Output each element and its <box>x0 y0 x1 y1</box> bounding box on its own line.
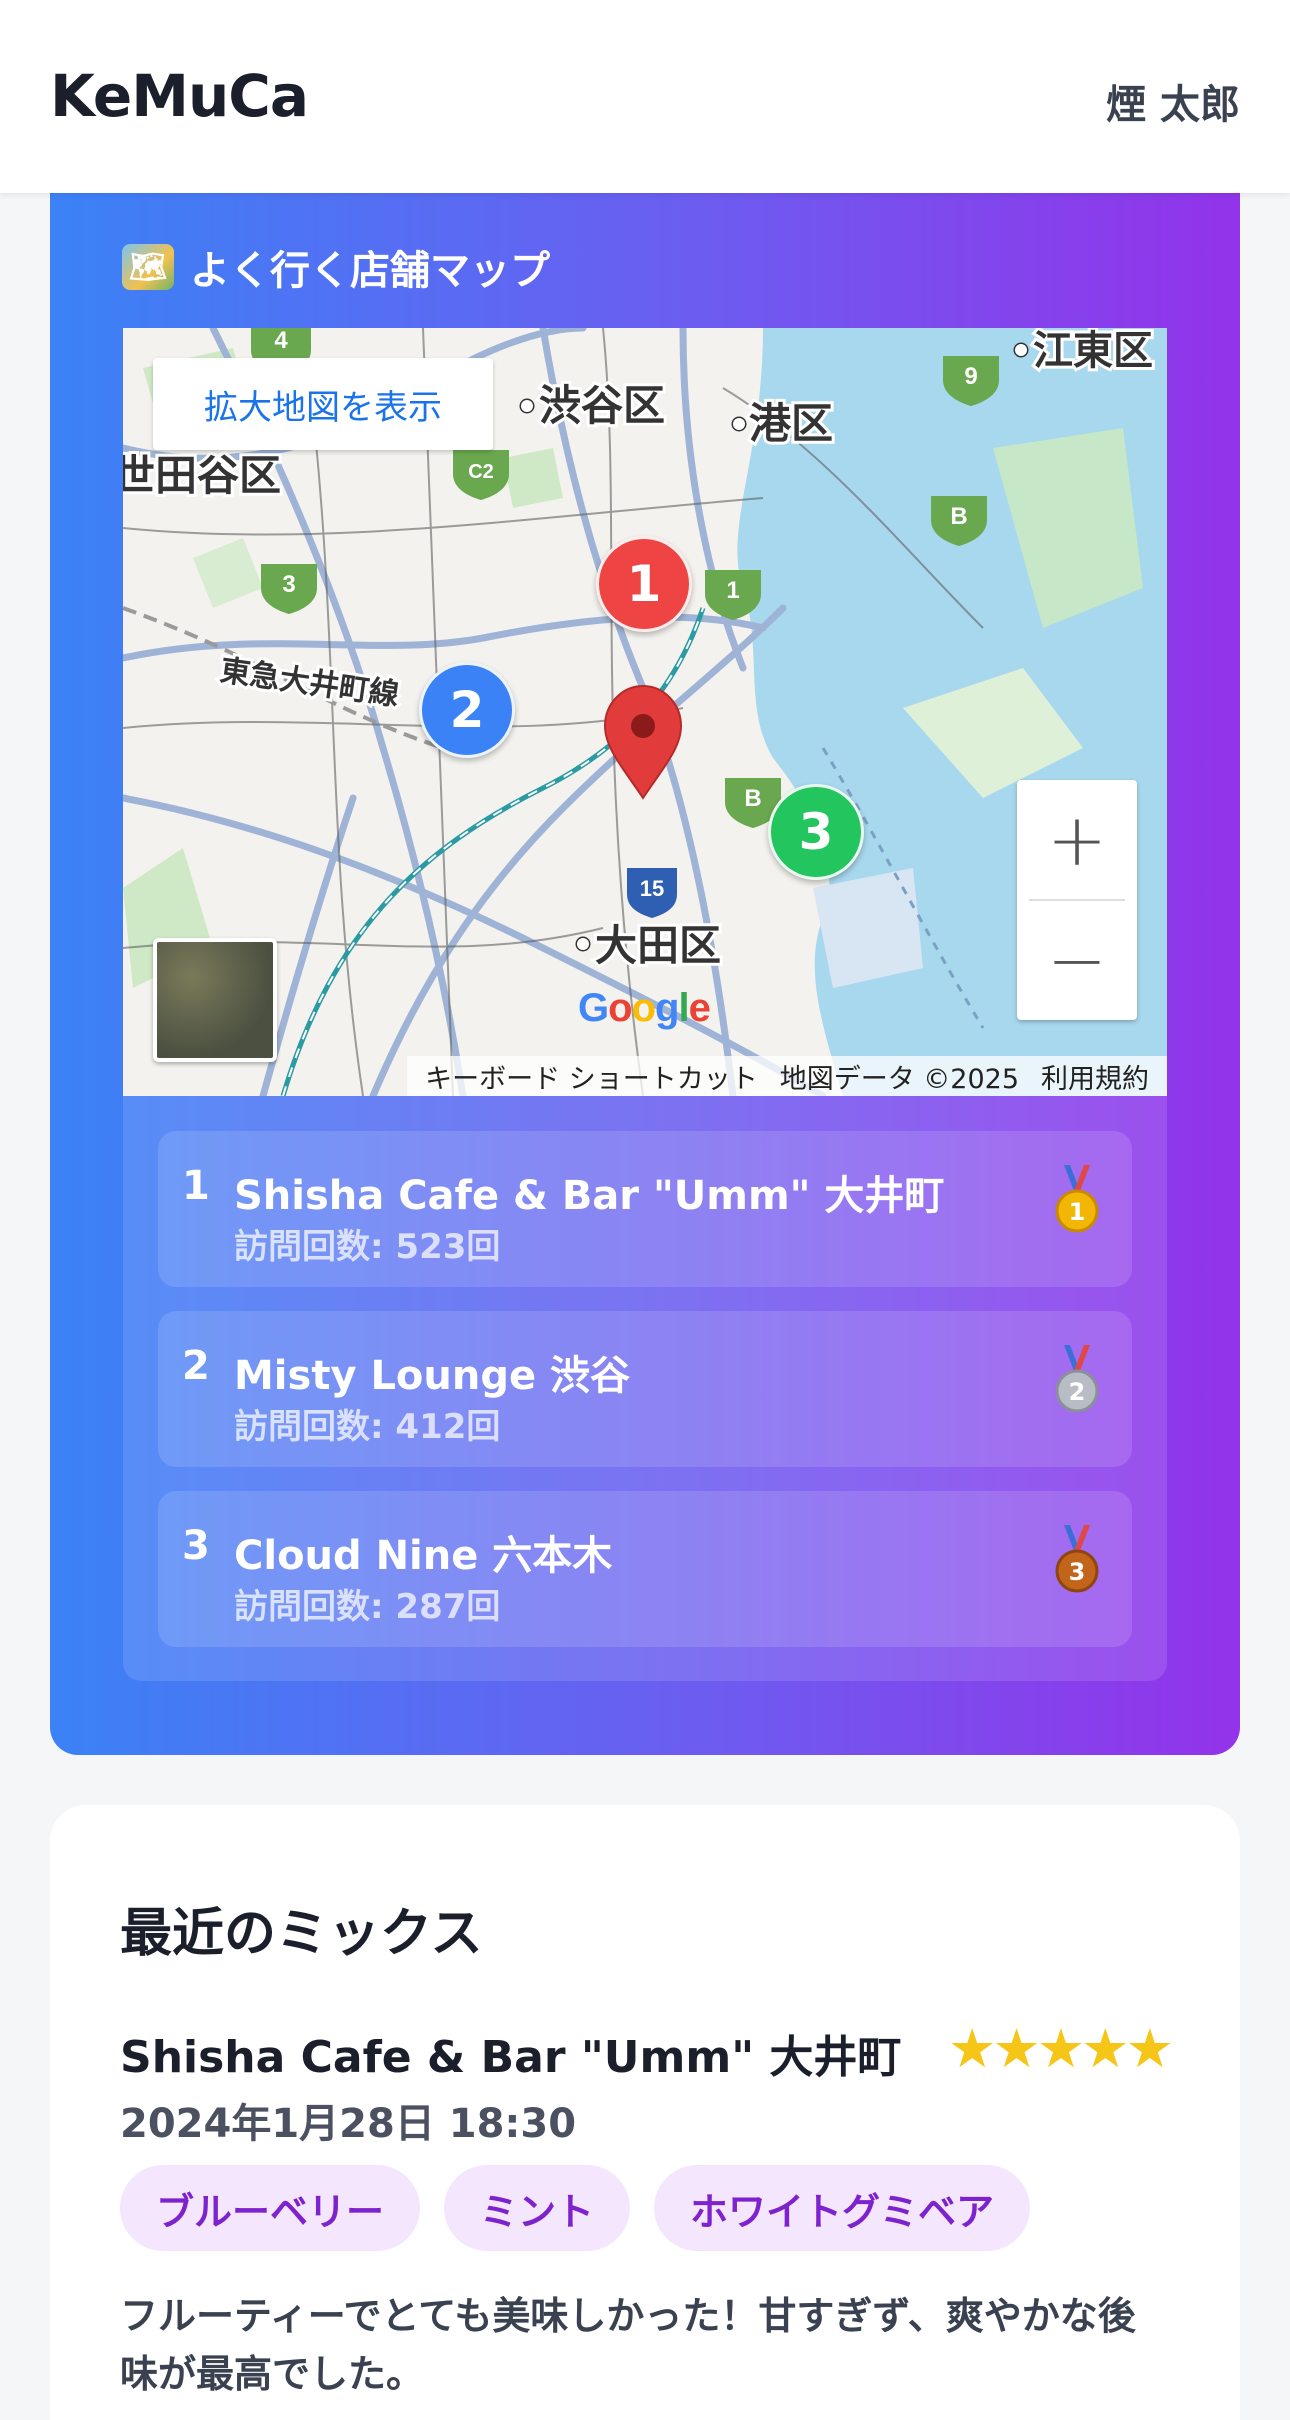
flavor-tag[interactable]: ブルーベリー <box>120 2165 421 2251</box>
shop-name: Misty Lounge 渋谷 <box>234 1353 631 1399</box>
route-9-label: 9 <box>964 363 977 390</box>
silver-medal-icon: 2 <box>1055 1345 1099 1413</box>
expand-map-button[interactable]: 拡大地図を表示 <box>153 358 493 450</box>
shop-name: Shisha Cafe & Bar "Umm" 大井町 <box>234 1173 945 1219</box>
map-data-credit: 地図データ ©2025 <box>779 1063 1019 1095</box>
svg-text:1: 1 <box>1069 1198 1086 1226</box>
rank-number: 1 <box>182 1163 210 1209</box>
route-3-label: 3 <box>282 571 295 598</box>
visit-count: 訪問回数: 412回 <box>234 1407 501 1447</box>
label-minato: 港区 <box>749 399 833 448</box>
map-pin-2[interactable]: 2 <box>419 662 515 758</box>
route-15-label: 15 <box>640 876 664 901</box>
map-view[interactable]: 4 9 C2 B 3 1 B 15 渋谷区 港区 世田谷区 江東区 大田区 東急… <box>123 328 1167 1096</box>
section-title: 最近のミックス <box>120 1904 483 1964</box>
rank-number: 3 <box>182 1523 210 1569</box>
svg-text:2: 2 <box>1069 1378 1086 1406</box>
map-attribution: キーボード ショートカット 地図データ ©2025 利用規約 <box>407 1056 1167 1096</box>
route-4-label: 4 <box>274 328 288 354</box>
world-map-icon: 🗺 <box>122 244 174 290</box>
recent-mixes-card: 最近のミックス Shisha Cafe & Bar "Umm" 大井町 ★★★★… <box>50 1805 1240 2420</box>
shop-name: Cloud Nine 六本木 <box>234 1533 613 1579</box>
zoom-divider <box>1029 899 1125 901</box>
route-c2-label: C2 <box>468 461 494 483</box>
map-section-title: 🗺 よく行く店舗マップ <box>122 238 550 296</box>
keyboard-shortcuts-link[interactable]: キーボード ショートカット <box>425 1057 758 1096</box>
zoom-out-button[interactable]: − <box>1017 900 1137 1020</box>
shop-ranking-list: 1 Shisha Cafe & Bar "Umm" 大井町 訪問回数: 523回… <box>123 1096 1167 1681</box>
map-section-title-text: よく行く店舗マップ <box>190 248 550 294</box>
map-pin-1[interactable]: 1 <box>596 536 692 632</box>
visit-count: 訪問回数: 523回 <box>234 1227 501 1267</box>
flavor-tag[interactable]: ミント <box>444 2165 631 2251</box>
zoom-in-button[interactable]: + <box>1017 780 1137 900</box>
ranking-item-1[interactable]: 1 Shisha Cafe & Bar "Umm" 大井町 訪問回数: 523回… <box>158 1131 1132 1287</box>
map-pin-3[interactable]: 3 <box>768 784 864 880</box>
terms-link[interactable]: 利用規約 <box>1041 1057 1149 1096</box>
brand-logo[interactable]: KeMuCa <box>50 62 309 130</box>
route-b-label: B <box>950 503 967 530</box>
flavor-tag[interactable]: ホワイトグミベア <box>654 2165 1031 2251</box>
route-1-label: 1 <box>726 577 739 604</box>
user-name[interactable]: 煙 太郎 <box>1106 72 1240 130</box>
mix-date: 2024年1月28日 18:30 <box>120 2101 577 2147</box>
ranking-item-3[interactable]: 3 Cloud Nine 六本木 訪問回数: 287回 3 <box>158 1491 1132 1647</box>
app-header: KeMuCa 煙 太郎 <box>0 0 1290 193</box>
satellite-toggle-button[interactable] <box>153 938 277 1062</box>
google-logo: Google <box>578 986 711 1030</box>
svg-text:3: 3 <box>1069 1558 1086 1586</box>
label-ota: 大田区 <box>595 921 721 970</box>
flavor-tags: ブルーベリー ミント ホワイトグミベア <box>120 2165 1031 2251</box>
zoom-controls: + − <box>1017 780 1137 1020</box>
label-shibuya: 渋谷区 <box>539 381 665 430</box>
frequent-shops-card: 🗺 よく行く店舗マップ 4 9 C2 B 3 1 B 15 渋谷区 港区 世田谷… <box>50 150 1240 1755</box>
visit-count: 訪問回数: 287回 <box>234 1587 501 1627</box>
ranking-item-2[interactable]: 2 Misty Lounge 渋谷 訪問回数: 412回 2 <box>158 1311 1132 1467</box>
mix-comment: フルーティーでとても美味しかった！甘すぎず、爽やかな後味が最高でした。 <box>120 2294 1136 2396</box>
bronze-medal-icon: 3 <box>1055 1525 1099 1593</box>
star-rating: ★★★★★ <box>947 2017 1174 2080</box>
mix-shop-name[interactable]: Shisha Cafe & Bar "Umm" 大井町 <box>120 2021 901 2085</box>
gold-medal-icon: 1 <box>1055 1165 1099 1233</box>
rank-number: 2 <box>182 1343 210 1389</box>
label-koto: 江東区 <box>1033 328 1153 374</box>
route-b2-label: B <box>744 785 761 812</box>
label-setagaya: 世田谷区 <box>123 451 281 500</box>
